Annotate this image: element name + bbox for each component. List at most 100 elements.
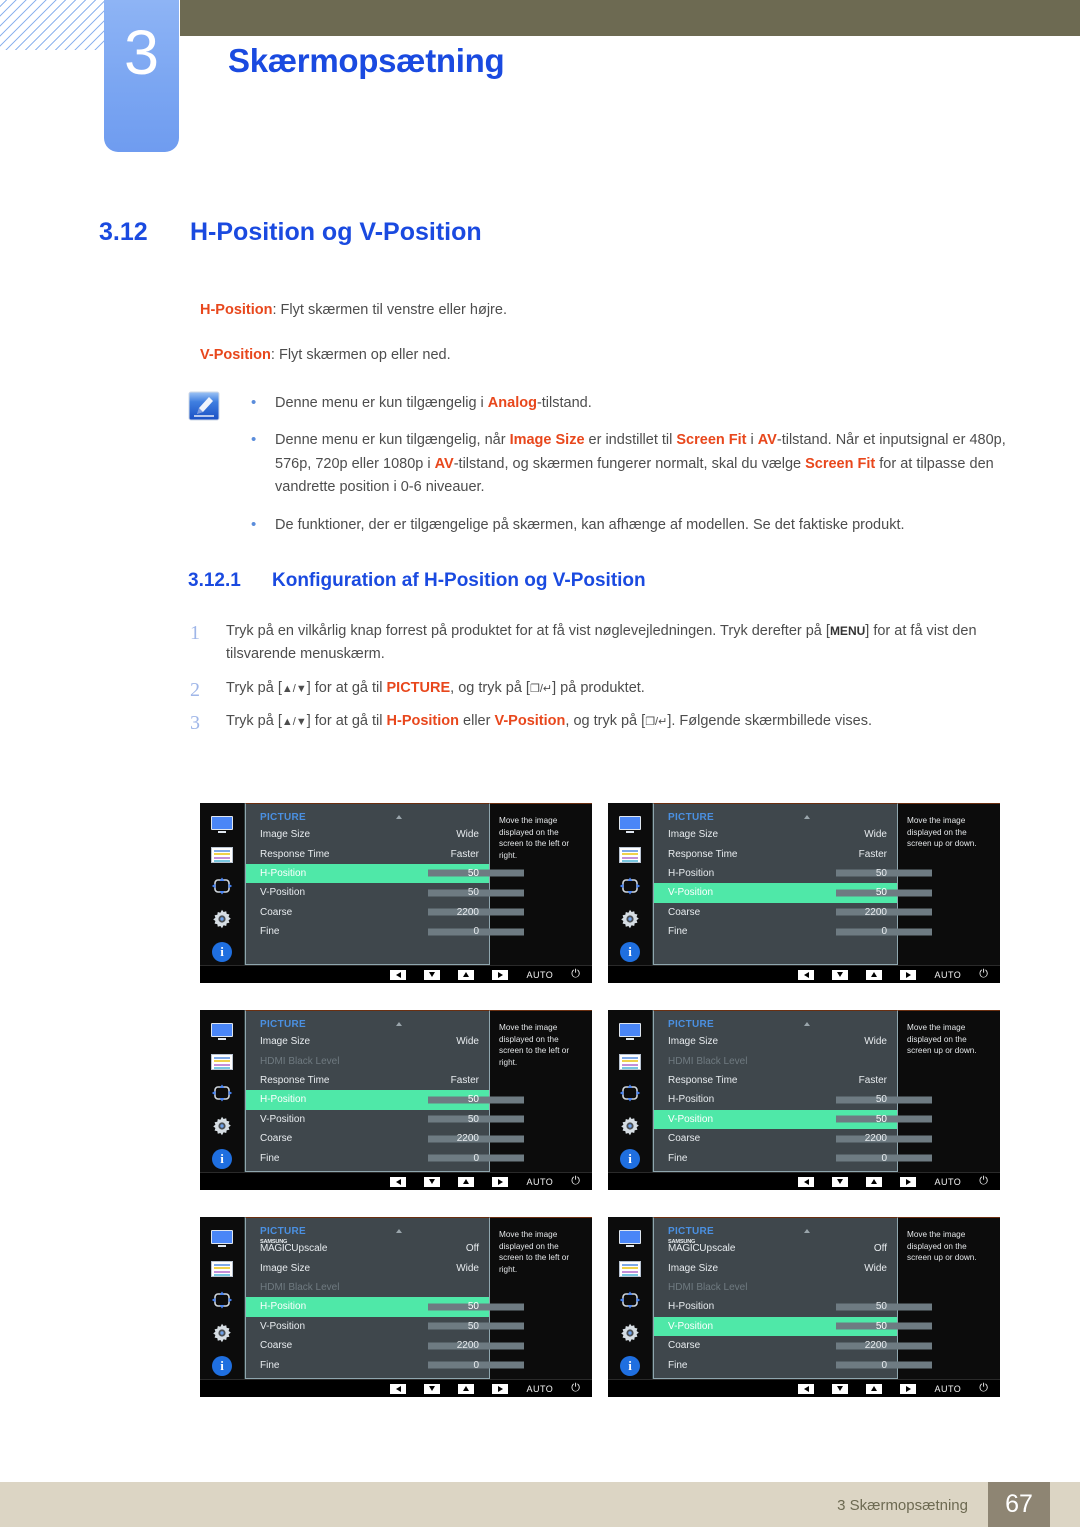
osd-footer-bar: AUTO ⏻ — [608, 965, 1000, 983]
down-arrow-button[interactable] — [424, 1176, 441, 1187]
osd-menu-row[interactable]: Coarse 2200 — [654, 1336, 932, 1355]
osd-menu-row[interactable]: H-Position 50 — [654, 1090, 932, 1109]
right-arrow-button[interactable] — [492, 1176, 509, 1187]
monitor-icon[interactable] — [211, 1230, 233, 1248]
left-arrow-button[interactable] — [390, 1383, 407, 1394]
info-icon[interactable]: i — [212, 1356, 232, 1376]
osd-menu-row[interactable]: Fine 0 — [246, 1355, 524, 1374]
left-arrow-button[interactable] — [390, 1176, 407, 1187]
picture-bars-icon[interactable] — [619, 847, 641, 863]
osd-menu-row[interactable]: Fine 0 — [654, 922, 932, 941]
osd-menu-row[interactable]: Image Size Wide — [654, 1032, 897, 1051]
keycap-up-down-2: ▲/▼ — [281, 716, 307, 729]
keyword-av: AV — [757, 432, 777, 449]
h-position-description: : Flyt skærmen til venstre eller højre. — [272, 302, 507, 318]
auto-button[interactable]: AUTO — [934, 970, 961, 980]
osd-menu-row[interactable]: V-Position 50 — [654, 1109, 932, 1129]
info-icon[interactable]: i — [620, 1149, 640, 1169]
right-arrow-button[interactable] — [492, 969, 509, 980]
down-arrow-button[interactable] — [424, 1383, 441, 1394]
osd-menu-row[interactable]: Response Time Faster — [246, 1071, 489, 1090]
auto-button[interactable]: AUTO — [934, 1384, 961, 1394]
osd-menu-row[interactable]: SAMSUNG MAGICUpscale Off — [246, 1239, 489, 1258]
up-arrow-button[interactable] — [866, 1176, 883, 1187]
osd-menu-row[interactable]: Image Size Wide — [246, 1258, 489, 1277]
osd-menu-row[interactable]: HDMI Black Level — [246, 1051, 489, 1070]
monitor-icon[interactable] — [619, 816, 641, 834]
left-arrow-button[interactable] — [798, 1383, 815, 1394]
picture-bars-icon[interactable] — [619, 1054, 641, 1070]
osd-menu-row[interactable]: Response Time Faster — [654, 844, 897, 863]
power-icon[interactable]: ⏻ — [571, 1175, 580, 1188]
right-arrow-button[interactable] — [900, 1176, 917, 1187]
auto-button[interactable]: AUTO — [526, 970, 553, 980]
down-arrow-button[interactable] — [424, 969, 441, 980]
osd-help-text: Move the image displayed on the screen u… — [898, 1217, 1000, 1379]
auto-button[interactable]: AUTO — [526, 1384, 553, 1394]
osd-menu-row[interactable]: H-Position 50 — [246, 1297, 524, 1317]
up-arrow-button[interactable] — [866, 969, 883, 980]
info-icon[interactable]: i — [620, 942, 640, 962]
auto-button[interactable]: AUTO — [934, 1177, 961, 1187]
osd-menu-row[interactable]: Coarse 2200 — [246, 1336, 524, 1355]
osd-menu-row[interactable]: Response Time Faster — [654, 1071, 897, 1090]
info-icon[interactable]: i — [212, 942, 232, 962]
left-arrow-button[interactable] — [390, 969, 407, 980]
power-icon[interactable]: ⏻ — [571, 968, 580, 981]
osd-menu-row[interactable]: V-Position 50 — [654, 1316, 932, 1336]
picture-bars-icon[interactable] — [211, 1261, 233, 1277]
info-icon[interactable]: i — [212, 1149, 232, 1169]
up-arrow-button[interactable] — [458, 969, 475, 980]
right-arrow-button[interactable] — [492, 1383, 509, 1394]
monitor-icon[interactable] — [211, 816, 233, 834]
osd-menu-row[interactable]: Fine 0 — [654, 1355, 932, 1374]
osd-menu-row[interactable]: V-Position 50 — [654, 883, 932, 903]
left-arrow-button[interactable] — [798, 969, 815, 980]
osd-menu-row[interactable]: H-Position 50 — [654, 1297, 932, 1316]
power-icon[interactable]: ⏻ — [979, 1382, 988, 1395]
osd-menu-row[interactable]: V-Position 50 — [246, 1317, 524, 1336]
osd-menu-row[interactable]: Fine 0 — [246, 1148, 524, 1167]
osd-menu-row[interactable]: H-Position 50 — [246, 1090, 524, 1110]
osd-menu-row[interactable]: Coarse 2200 — [246, 903, 524, 922]
monitor-icon[interactable] — [619, 1023, 641, 1041]
power-icon[interactable]: ⏻ — [571, 1382, 580, 1395]
osd-menu-row[interactable]: Response Time Faster — [246, 844, 489, 863]
down-arrow-button[interactable] — [832, 1383, 849, 1394]
picture-bars-icon[interactable] — [619, 1261, 641, 1277]
osd-menu-row[interactable]: HDMI Black Level — [654, 1051, 897, 1070]
right-arrow-button[interactable] — [900, 969, 917, 980]
keycap-up-down: ▲/▼ — [281, 682, 307, 695]
osd-menu-row[interactable]: HDMI Black Level — [246, 1278, 489, 1297]
up-arrow-button[interactable] — [458, 1176, 475, 1187]
osd-menu-row[interactable]: Fine 0 — [246, 922, 524, 941]
picture-bars-icon[interactable] — [211, 1054, 233, 1070]
up-arrow-button[interactable] — [458, 1383, 475, 1394]
power-icon[interactable]: ⏻ — [979, 1175, 988, 1188]
info-icon[interactable]: i — [620, 1356, 640, 1376]
osd-menu-row[interactable]: HDMI Black Level — [654, 1278, 897, 1297]
down-arrow-button[interactable] — [832, 1176, 849, 1187]
up-arrow-button[interactable] — [866, 1383, 883, 1394]
osd-menu-row[interactable]: V-Position 50 — [246, 883, 524, 902]
osd-menu-row[interactable]: SAMSUNG MAGICUpscale Off — [654, 1239, 897, 1258]
osd-menu-row[interactable]: Coarse 2200 — [654, 1129, 932, 1148]
right-arrow-button[interactable] — [900, 1383, 917, 1394]
monitor-icon[interactable] — [211, 1023, 233, 1041]
power-icon[interactable]: ⏻ — [979, 968, 988, 981]
osd-menu-row[interactable]: H-Position 50 — [654, 864, 932, 883]
osd-menu-row[interactable]: H-Position 50 — [246, 863, 524, 884]
down-arrow-button[interactable] — [832, 969, 849, 980]
picture-bars-icon[interactable] — [211, 847, 233, 863]
left-arrow-button[interactable] — [798, 1176, 815, 1187]
osd-menu-row[interactable]: Image Size Wide — [246, 1032, 489, 1051]
osd-menu-row[interactable]: Image Size Wide — [654, 1258, 897, 1277]
auto-button[interactable]: AUTO — [526, 1177, 553, 1187]
osd-menu-row[interactable]: Coarse 2200 — [654, 903, 932, 922]
monitor-icon[interactable] — [619, 1230, 641, 1248]
osd-menu-row[interactable]: Coarse 2200 — [246, 1129, 524, 1148]
osd-menu-row[interactable]: Fine 0 — [654, 1148, 932, 1167]
osd-menu-row[interactable]: Image Size Wide — [654, 825, 897, 844]
osd-menu-row[interactable]: Image Size Wide — [246, 825, 489, 844]
osd-menu-row[interactable]: V-Position 50 — [246, 1110, 524, 1129]
